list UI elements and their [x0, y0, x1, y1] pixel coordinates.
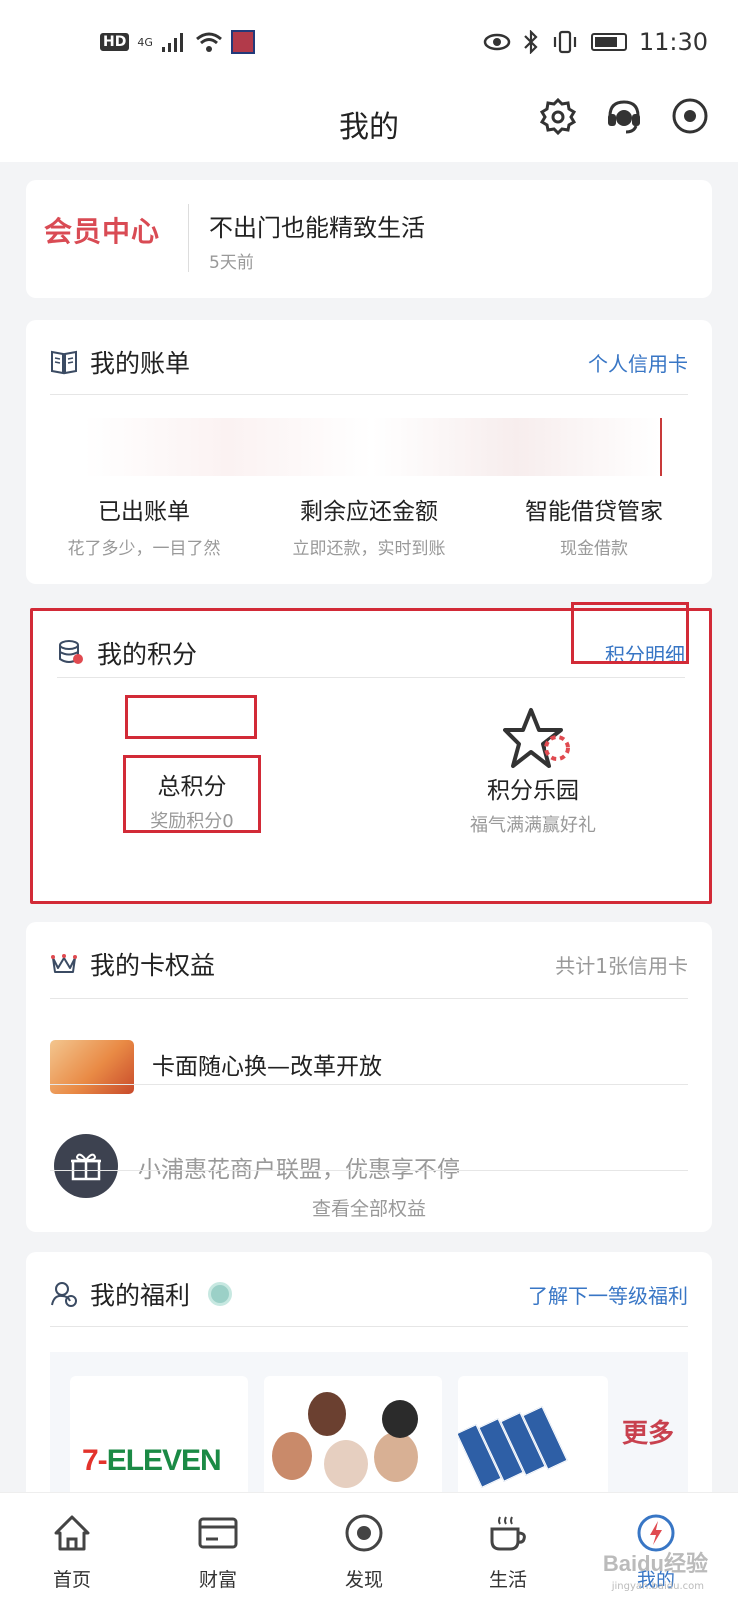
divider	[50, 394, 688, 395]
bill-remaining-sub: 立即还款，实时到账	[292, 539, 446, 559]
coffee-cup-icon	[490, 1516, 526, 1551]
page-header: 我的	[0, 90, 738, 162]
divider	[50, 1326, 688, 1327]
gift-icon	[54, 1134, 118, 1198]
member-center-card[interactable]: 会员中心 不出门也能精致生活 5天前	[26, 180, 712, 298]
my-bill-card: 我的账单 个人信用卡 已出账单 花了多少，一目了然 剩余应还金额 立即还款，实时…	[26, 320, 712, 584]
next-level-welfare-link[interactable]: 了解下一等级福利	[528, 1280, 688, 1309]
customer-service-icon[interactable]	[604, 96, 644, 136]
settings-gear-icon[interactable]	[538, 96, 578, 136]
photo-person	[308, 1392, 346, 1436]
watermark-url: jingyan.baidu.com	[611, 1581, 704, 1592]
bill-issued[interactable]: 已出账单 花了多少，一目了然	[34, 492, 254, 559]
points-park-label[interactable]: 积分乐园	[433, 771, 633, 805]
crown-icon	[51, 954, 77, 973]
status-left: HD 4G	[100, 30, 255, 54]
wifi-icon	[195, 32, 222, 52]
hd-indicator: HD	[100, 33, 130, 51]
eye-icon	[483, 33, 511, 51]
bill-issued-label: 已出账单	[98, 499, 190, 525]
photo-person	[272, 1432, 312, 1480]
tab-home-label: 首页	[52, 1569, 91, 1591]
tab-wealth[interactable]: 财富	[168, 1511, 268, 1592]
my-points-card: 我的积分 积分明细 总积分 奖励积分0 积分乐园 福气满满赢好礼	[30, 602, 712, 904]
level-badge-icon	[208, 1282, 233, 1306]
vibrate-icon	[553, 30, 576, 54]
view-all-rights-link[interactable]: 查看全部权益	[26, 1194, 712, 1221]
divider	[188, 204, 189, 272]
divider	[50, 998, 688, 999]
card-face-change-item[interactable]: 卡面随心换—改革开放	[152, 1047, 382, 1081]
photo-person	[374, 1432, 418, 1482]
credit-card-count: 共计1张信用卡	[555, 954, 688, 978]
bill-remaining[interactable]: 剩余应还金额 立即还款，实时到账	[259, 492, 479, 559]
highlight-box	[571, 602, 689, 664]
bottom-tab-bar: 首页 财富 发现 生活 我的 Baidu经验 jingyan.baidu.com	[0, 1492, 738, 1600]
welfare-books[interactable]	[458, 1376, 608, 1502]
reward-points: 奖励积分0	[150, 811, 234, 832]
photo-person	[324, 1440, 368, 1488]
tab-life-label: 生活	[488, 1569, 527, 1591]
status-bar: HD 4G 11:30	[0, 0, 738, 90]
divider	[50, 1084, 688, 1085]
tab-life[interactable]: 生活	[458, 1511, 558, 1592]
points-title: 我的积分	[97, 640, 198, 669]
book-icon	[51, 350, 77, 375]
status-right: 11:30	[483, 28, 708, 56]
points-heading: 我的积分	[57, 635, 197, 671]
watermark: Baidu经验	[602, 1551, 708, 1576]
card-face-thumbnail	[50, 1040, 134, 1094]
tab-discover-label: 发现	[344, 1569, 383, 1591]
signal-icon	[161, 33, 183, 52]
masked-amounts	[84, 418, 662, 476]
bill-remaining-label: 剩余应还金额	[300, 499, 438, 525]
card-rights-card: 我的卡权益 共计1张信用卡 卡面随心换—改革开放 小浦惠花商户联盟，优惠享不停 …	[26, 922, 712, 1232]
tab-home[interactable]: 首页	[22, 1511, 122, 1592]
star-icon	[503, 708, 570, 768]
personal-credit-card-link[interactable]: 个人信用卡	[588, 348, 688, 377]
welfare-carousel[interactable]: 7-ELEVEN 更多	[50, 1352, 688, 1502]
points-park-sub: 福气满满赢好礼	[470, 815, 596, 836]
photo-person	[382, 1400, 418, 1438]
divider	[57, 677, 685, 678]
bill-title: 我的账单	[90, 349, 191, 378]
user-gift-icon	[51, 1282, 77, 1307]
header-actions	[538, 96, 710, 136]
member-message: 不出门也能精致生活	[209, 214, 425, 242]
coin-stack-icon	[59, 640, 83, 664]
loan-manager-label: 智能借贷管家	[525, 499, 663, 525]
card-icon	[198, 1517, 238, 1549]
merchant-alliance-item[interactable]: 小浦惠花商户联盟，优惠享不停	[138, 1150, 460, 1184]
divider	[50, 1170, 688, 1171]
member-time: 5天前	[209, 253, 254, 273]
total-points-label[interactable]: 总积分	[127, 767, 257, 801]
discover-icon	[345, 1514, 383, 1552]
bluetooth-icon	[524, 30, 538, 54]
welfare-heading: 我的福利	[50, 1276, 233, 1312]
clock: 11:30	[638, 28, 708, 56]
member-center-logo: 会员中心	[44, 215, 161, 248]
welfare-7-eleven[interactable]: 7-ELEVEN	[70, 1376, 248, 1502]
welfare-family-insurance[interactable]	[264, 1376, 442, 1502]
rights-title: 我的卡权益	[90, 951, 216, 980]
my-welfare-card: 我的福利 了解下一等级福利 7-ELEVEN 更多	[26, 1252, 712, 1512]
7-eleven-logo: 7-ELEVEN	[82, 1444, 222, 1477]
rights-heading: 我的卡权益	[50, 946, 215, 982]
loan-manager[interactable]: 智能借贷管家 现金借款	[484, 492, 704, 559]
tab-wealth-label: 财富	[198, 1569, 237, 1591]
welfare-title: 我的福利	[90, 1281, 191, 1310]
battery-icon	[590, 33, 627, 51]
scan-icon[interactable]	[670, 96, 710, 136]
network-type: 4G	[137, 35, 153, 49]
tab-discover[interactable]: 发现	[314, 1511, 414, 1592]
masked-points-value	[125, 695, 257, 739]
more-welfare-link[interactable]: 更多	[618, 1416, 678, 1452]
bill-heading: 我的账单	[50, 344, 190, 380]
bill-issued-sub: 花了多少，一目了然	[67, 539, 221, 559]
home-icon	[54, 1515, 90, 1551]
loan-manager-sub: 现金借款	[560, 539, 628, 559]
app-notification-icon	[230, 30, 255, 54]
